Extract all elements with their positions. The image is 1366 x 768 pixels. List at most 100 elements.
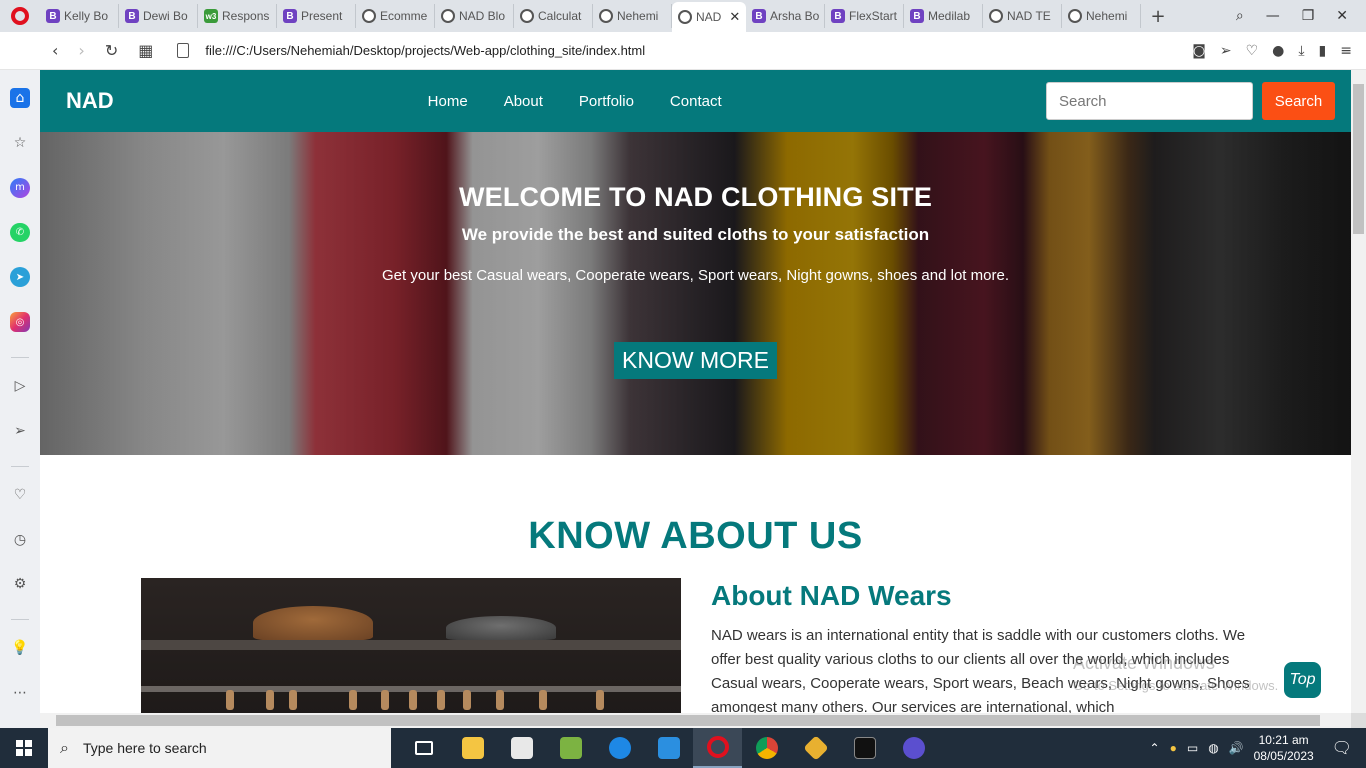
browser-tab[interactable]: B Present [277, 4, 356, 28]
sidebar-divider [11, 619, 29, 621]
site-navbar: NAD Home About Portfolio Contact Search [40, 70, 1351, 132]
browser-tab[interactable]: w3 Respons [198, 4, 277, 28]
spreadsheet-app-icon[interactable] [546, 728, 595, 768]
nav-portfolio-link[interactable]: Portfolio [579, 93, 634, 110]
search-tabs-icon[interactable]: ⌕ [1236, 8, 1244, 24]
url-field[interactable]: file:///C:/Users/Nehemiah/Desktop/projec… [205, 43, 645, 58]
chevron-up-icon[interactable]: ⌃ [1150, 741, 1160, 755]
vertical-scrollbar[interactable] [1351, 70, 1366, 713]
page-icon [177, 43, 190, 58]
browser-tab[interactable]: B Kelly Bo [40, 4, 119, 28]
reload-icon[interactable]: ↻ [105, 41, 118, 60]
browser-tab[interactable]: NAD TE [983, 4, 1062, 28]
browser-sidebar: ⌂ ☆ m ✆ ➤ ◎ ▷ ➢ ♡ ◷ ⚙ 💡 ⋯ [0, 70, 40, 728]
browser-tab[interactable]: B Medilab [904, 4, 983, 28]
bootstrap-icon: B [752, 9, 766, 23]
horizontal-scrollbar[interactable] [40, 713, 1351, 728]
messenger-icon[interactable]: m [10, 177, 30, 198]
telegram-icon[interactable]: ➤ [10, 267, 30, 288]
battery-icon[interactable]: ▭ [1187, 741, 1198, 755]
vertical-scroll-thumb[interactable] [1353, 84, 1364, 234]
player-icon[interactable]: ▷ [10, 376, 30, 396]
browser-tab[interactable]: B FlexStart [825, 4, 904, 28]
document-app-icon[interactable] [497, 728, 546, 768]
nav-home-link[interactable]: Home [428, 93, 468, 110]
notifications-icon[interactable]: 🗨 [1332, 738, 1352, 758]
globe-icon [1068, 9, 1082, 23]
history-icon[interactable]: ◷ [10, 530, 30, 550]
hero-title: WELCOME TO NAD CLOTHING SITE [458, 182, 933, 212]
search-button[interactable]: Search [1262, 82, 1335, 120]
nav-contact-link[interactable]: Contact [670, 93, 722, 110]
browser-tab[interactable]: Calculat [514, 4, 593, 28]
globe-icon [989, 9, 1003, 23]
about-section-title: KNOW ABOUT US [528, 515, 863, 557]
know-more-button[interactable]: KNOW MORE [614, 342, 777, 379]
browser-tab[interactable]: NAD Blo [435, 4, 514, 28]
close-tab-icon[interactable]: ✕ [729, 9, 740, 25]
easy-setup-icon[interactable]: ≡ [1340, 43, 1352, 59]
home-icon[interactable]: ⌂ [10, 88, 30, 108]
maximize-icon[interactable]: ❐ [1302, 8, 1315, 24]
tab-grid-icon[interactable]: ▦ [138, 41, 153, 60]
windows-logo-icon [16, 740, 32, 756]
nav-about-link[interactable]: About [504, 93, 543, 110]
browser-tab[interactable]: Nehemi [593, 4, 672, 28]
new-tab-icon[interactable]: + [1141, 6, 1175, 27]
taskbar-search-box[interactable]: ⌕ Type here to search [48, 728, 391, 768]
opera-menu-icon[interactable] [0, 0, 40, 32]
w3schools-icon: w3 [204, 9, 218, 23]
media-app-icon[interactable] [889, 728, 938, 768]
globe-icon [599, 9, 613, 23]
task-view-icon[interactable] [399, 728, 448, 768]
volume-icon[interactable]: 🔊 [1229, 741, 1244, 755]
terminal-icon[interactable] [840, 728, 889, 768]
send-icon[interactable]: ➢ [1220, 43, 1232, 59]
browser-tab[interactable]: B Arsha Bo [746, 4, 825, 28]
pinboard-icon[interactable]: ☆ [10, 133, 30, 153]
whatsapp-icon[interactable]: ✆ [10, 222, 30, 243]
download-icon[interactable]: ⤓ [1298, 43, 1304, 59]
chrome-icon[interactable] [742, 728, 791, 768]
opera-icon[interactable] [693, 728, 742, 768]
sidebar-divider [11, 465, 29, 467]
send-icon[interactable]: ➢ [10, 421, 30, 441]
edge-icon[interactable] [595, 728, 644, 768]
browser-tab[interactable]: B Dewi Bo [119, 4, 198, 28]
site-brand[interactable]: NAD [66, 88, 114, 114]
globe-icon [362, 9, 376, 23]
tray-app-icon[interactable]: ● [1170, 741, 1177, 755]
close-window-icon[interactable]: ✕ [1336, 8, 1348, 24]
hero-banner: WELCOME TO NAD CLOTHING SITE We provide … [40, 132, 1351, 455]
browser-tab[interactable]: Nehemi [1062, 4, 1141, 28]
file-explorer-icon[interactable] [448, 728, 497, 768]
settings-icon[interactable]: ⚙ [10, 574, 30, 594]
lightbulb-icon[interactable]: 💡 [10, 638, 30, 658]
snapshot-icon[interactable]: ◙ [1192, 43, 1206, 59]
address-bar: ‹ › ↻ ▦ file:///C:/Users/Nehemiah/Deskto… [0, 32, 1366, 70]
sidebar-divider [11, 357, 29, 359]
heart-icon[interactable]: ♡ [10, 485, 30, 505]
horizontal-scroll-thumb[interactable] [56, 715, 1320, 726]
browser-tab-active[interactable]: NAD ✕ [672, 2, 746, 32]
instagram-icon[interactable]: ◎ [10, 312, 30, 333]
browser-tab[interactable]: Ecomme [356, 4, 435, 28]
minimize-icon[interactable]: — [1266, 8, 1280, 24]
bootstrap-icon: B [910, 9, 924, 23]
about-image [141, 578, 681, 713]
vscode-icon[interactable] [644, 728, 693, 768]
more-icon[interactable]: ⋯ [10, 683, 30, 703]
heart-icon[interactable]: ♡ [1246, 43, 1259, 59]
back-to-top-button[interactable]: Top [1284, 662, 1321, 698]
start-button[interactable] [0, 728, 48, 768]
battery-icon[interactable]: ▮ [1319, 43, 1327, 59]
search-form: Search [1046, 82, 1335, 120]
network-icon[interactable]: ◍ [1208, 741, 1218, 755]
taskbar-clock[interactable]: 10:21 am 08/05/2023 [1254, 732, 1314, 764]
back-icon[interactable]: ‹ [52, 41, 58, 60]
search-input[interactable] [1046, 82, 1253, 120]
git-icon[interactable] [791, 728, 840, 768]
scrollbar-corner [1351, 713, 1366, 728]
profile-icon[interactable]: ● [1272, 43, 1284, 59]
forward-icon[interactable]: › [78, 41, 84, 60]
